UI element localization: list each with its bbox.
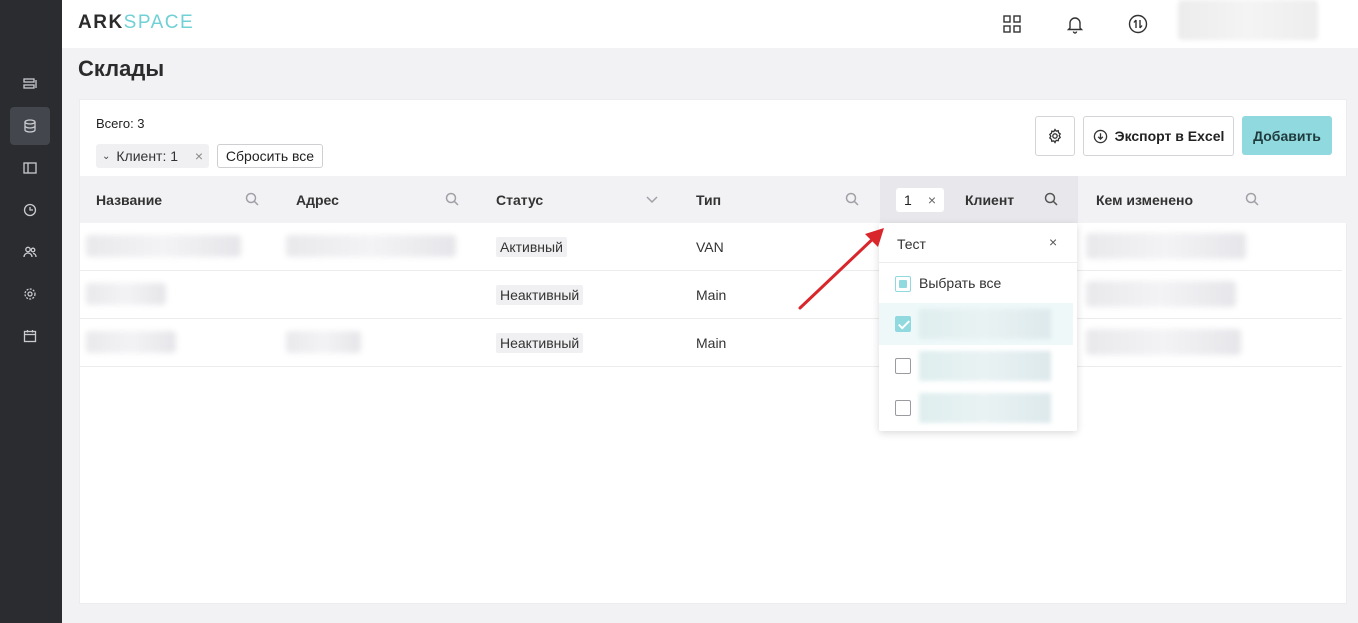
total-count: Всего: 3	[96, 116, 145, 131]
client-option[interactable]	[879, 303, 1073, 345]
type-cell: VAN	[696, 238, 724, 255]
column-type[interactable]: Тип	[696, 176, 721, 223]
name-cell-blurred	[86, 331, 176, 353]
status-badge: Активный	[496, 236, 567, 257]
table-row[interactable]: Неактивный Main	[80, 271, 1342, 319]
bell-icon	[1066, 17, 1084, 34]
calendar-icon	[23, 330, 37, 343]
download-icon	[1093, 129, 1107, 143]
address-cell-blurred	[286, 235, 456, 257]
status-cell: Неактивный	[496, 271, 584, 318]
sidebar-item-calendar[interactable]	[10, 317, 50, 355]
list-icon	[23, 78, 37, 89]
table-settings-button[interactable]	[1035, 116, 1075, 156]
close-icon[interactable]: ×	[195, 148, 203, 164]
client-option[interactable]	[879, 345, 1073, 387]
status-badge: Неактивный	[496, 332, 584, 353]
filter-chip-client[interactable]: ⌄ Клиент: 1 ×	[96, 144, 209, 168]
table-row[interactable]: Неактивный Main	[80, 319, 1342, 367]
type-cell: Main	[696, 334, 727, 351]
warehouses-card: Всего: 3 ⌄ Клиент: 1 × Сбросить все Эксп…	[79, 99, 1348, 604]
annotation-arrow	[798, 228, 884, 310]
chevron-down-icon[interactable]	[645, 192, 659, 206]
table-row[interactable]: Активный VAN	[80, 223, 1342, 271]
search-icon[interactable]	[1245, 192, 1259, 206]
sidebar-item-users[interactable]	[10, 233, 50, 271]
notifications-button[interactable]	[1063, 12, 1087, 36]
sidebar-item-warehouses[interactable]	[10, 107, 50, 145]
column-client[interactable]: Клиент	[965, 176, 1014, 223]
client-filter-dropdown: Тест × Выбрать все	[879, 223, 1077, 431]
status-badge: Неактивный	[496, 284, 584, 305]
name-cell-blurred	[86, 235, 241, 257]
clock-icon	[23, 203, 37, 217]
sidebar-item-list[interactable]	[10, 65, 50, 103]
modified-cell-blurred	[1086, 233, 1246, 259]
gear-icon	[1048, 128, 1062, 144]
client-option-label-blurred	[919, 309, 1051, 339]
switch-button[interactable]	[1126, 12, 1150, 36]
column-address[interactable]: Адрес	[296, 176, 339, 223]
column-name[interactable]: Название	[96, 176, 162, 223]
sidebar-item-layout[interactable]	[10, 149, 50, 187]
apps-button[interactable]	[1000, 12, 1024, 36]
column-status[interactable]: Статус	[496, 176, 543, 223]
sidebar	[0, 0, 62, 623]
database-icon	[24, 119, 36, 133]
select-all-option[interactable]: Выбрать все	[879, 263, 1073, 305]
column-client-header: 1 × Клиент	[880, 176, 1078, 223]
gear-icon	[24, 288, 36, 300]
client-option-label-blurred	[919, 351, 1051, 381]
sidebar-item-history[interactable]	[10, 191, 50, 229]
add-button[interactable]: Добавить	[1242, 116, 1332, 155]
status-cell: Активный	[496, 223, 567, 270]
client-search-input[interactable]: Тест	[897, 236, 926, 252]
page-title: Склады	[78, 56, 165, 81]
apps-grid-icon	[1003, 15, 1021, 33]
table-header: Название Адрес Статус Тип 1 × Клиент Кем…	[80, 176, 1348, 223]
modified-cell-blurred	[1086, 329, 1241, 355]
layout-icon	[23, 162, 37, 174]
reset-all-button[interactable]: Сбросить все	[217, 144, 323, 168]
logo[interactable]: ARKSPACE	[78, 12, 194, 34]
chevron-down-icon: ⌄	[102, 150, 111, 162]
client-option-label-blurred	[919, 393, 1051, 423]
export-excel-button[interactable]: Экспорт в Excel	[1083, 116, 1234, 156]
address-cell-blurred	[286, 331, 361, 353]
close-icon[interactable]: ×	[1049, 234, 1057, 250]
close-icon[interactable]: ×	[928, 192, 936, 208]
user-profile[interactable]	[1178, 0, 1318, 40]
status-cell: Неактивный	[496, 319, 584, 366]
sidebar-item-settings[interactable]	[10, 275, 50, 313]
column-modified-by[interactable]: Кем изменено	[1096, 176, 1193, 223]
client-filter-count[interactable]: 1 ×	[896, 188, 944, 212]
client-option-checkbox[interactable]	[895, 358, 911, 374]
name-cell-blurred	[86, 283, 166, 305]
type-cell: Main	[696, 286, 727, 303]
client-option-checkbox[interactable]	[895, 400, 911, 416]
search-icon[interactable]	[845, 192, 859, 206]
search-icon[interactable]	[445, 192, 459, 206]
client-filter-search[interactable]: Тест ×	[879, 223, 1077, 263]
users-icon	[23, 246, 37, 258]
switch-arrows-icon	[1128, 14, 1148, 34]
search-icon[interactable]	[1044, 192, 1058, 206]
client-option[interactable]	[879, 387, 1073, 429]
modified-cell-blurred	[1086, 281, 1236, 307]
search-icon[interactable]	[245, 192, 259, 206]
top-bar: ARKSPACE	[62, 0, 1358, 48]
